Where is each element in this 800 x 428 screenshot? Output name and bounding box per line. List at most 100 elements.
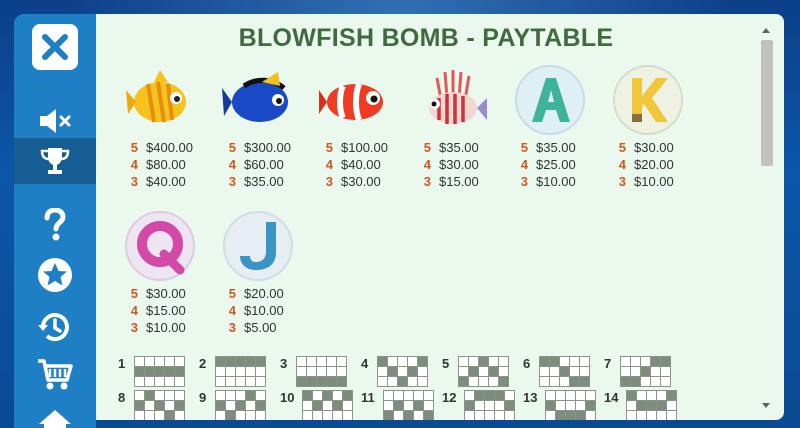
- payline-cell: [661, 367, 670, 376]
- payline-cell: [394, 411, 403, 420]
- pay-value: $25.00: [536, 157, 576, 172]
- payline-cell: [398, 367, 407, 376]
- letter-j-icon: [222, 210, 294, 282]
- home-button[interactable]: [14, 402, 96, 428]
- close-button[interactable]: [32, 24, 78, 70]
- payline-cell: [303, 411, 312, 420]
- payline-cell: [540, 377, 549, 386]
- scroll-up-arrow-icon[interactable]: [762, 28, 770, 33]
- payline-cell: [135, 377, 144, 386]
- payline-cell: [388, 377, 397, 386]
- payline-cell: [307, 367, 316, 376]
- pay-line: 3 $40.00: [110, 174, 220, 191]
- payline-cell: [246, 401, 255, 410]
- payline-cell: [226, 401, 235, 410]
- payline-cell: [307, 377, 316, 386]
- payline-cell: [135, 391, 144, 400]
- payline-cell: [424, 411, 433, 420]
- payline-cell: [641, 367, 650, 376]
- payline-cell: [256, 357, 265, 366]
- payline-cell: [317, 357, 326, 366]
- payline-cell: [175, 391, 184, 400]
- shop-button[interactable]: [14, 352, 96, 398]
- payline-cell: [651, 367, 660, 376]
- scroll-thumb[interactable]: [761, 40, 773, 166]
- payline-cell: [145, 401, 154, 410]
- payline-cell: [256, 411, 265, 420]
- help-button[interactable]: [14, 202, 96, 248]
- payline-cell: [394, 401, 403, 410]
- payline-cell: [155, 401, 164, 410]
- payline-cell: [459, 367, 468, 376]
- payline-cell: [414, 401, 423, 410]
- payline-cell: [469, 377, 478, 386]
- payline-cell: [627, 401, 636, 410]
- payline-cell: [479, 377, 488, 386]
- pay-value: $10.00: [146, 320, 186, 335]
- payline-cell: [637, 391, 646, 400]
- pay-count: 5: [130, 286, 138, 301]
- yellow-fish-icon: [124, 64, 196, 136]
- rules-button[interactable]: [14, 252, 96, 298]
- payline-cell: [576, 391, 585, 400]
- payline-cell: [465, 401, 474, 410]
- mute-icon: [40, 109, 71, 133]
- pay-count: 3: [228, 174, 236, 189]
- payline-cell: [621, 367, 630, 376]
- payline-cell: [566, 391, 575, 400]
- pay-line: 5 $30.00: [110, 286, 220, 303]
- payline-cell: [388, 357, 397, 366]
- pay-value: $60.00: [244, 157, 284, 172]
- payline-cell: [546, 401, 555, 410]
- payline-cell: [495, 401, 504, 410]
- trophy-icon: [40, 148, 70, 174]
- letter-q-icon: [124, 210, 196, 282]
- pay-line: 4 $20.00: [598, 157, 708, 174]
- payline-cell: [226, 411, 235, 420]
- payline-cell: [135, 367, 144, 376]
- pay-value: $15.00: [146, 303, 186, 318]
- payline-cell: [226, 391, 235, 400]
- clownfish-icon: [319, 64, 391, 136]
- payline-number: 10: [280, 390, 295, 405]
- pay-value: $35.00: [244, 174, 284, 189]
- history-button[interactable]: [14, 304, 96, 350]
- scrollbar[interactable]: [760, 26, 774, 410]
- payline-cell: [378, 367, 387, 376]
- payline-pattern: [296, 356, 347, 387]
- payline-cell: [313, 411, 322, 420]
- pay-value: $35.00: [439, 140, 479, 155]
- payline-cell: [647, 411, 656, 420]
- pay-value: $35.00: [536, 140, 576, 155]
- payline-cell: [256, 391, 265, 400]
- scroll-down-arrow-icon[interactable]: [762, 403, 770, 408]
- payline-cell: [657, 401, 666, 410]
- pay-count: 4: [228, 303, 236, 318]
- payline-cell: [621, 377, 630, 386]
- payline-cell: [216, 367, 225, 376]
- paytable-button[interactable]: [14, 138, 96, 184]
- payline-cell: [479, 367, 488, 376]
- payline-cell: [327, 367, 336, 376]
- payline-cell: [570, 377, 579, 386]
- pay-count: 3: [325, 174, 333, 189]
- payline-cell: [556, 411, 565, 420]
- payline-cell: [657, 391, 666, 400]
- payline-cell: [155, 357, 164, 366]
- payline-cell: [550, 377, 559, 386]
- sidebar: [14, 14, 96, 428]
- payline-cell: [540, 357, 549, 366]
- payline-cell: [404, 391, 413, 400]
- payline-pattern: [539, 356, 590, 387]
- payline-cell: [226, 357, 235, 366]
- payline-cell: [485, 401, 494, 410]
- payline-cell: [236, 411, 245, 420]
- payline-cell: [303, 391, 312, 400]
- payline-number: 13: [523, 390, 538, 405]
- pay-value: $10.00: [244, 303, 284, 318]
- payline-cell: [576, 401, 585, 410]
- payline-cell: [165, 411, 174, 420]
- payline-cell: [236, 401, 245, 410]
- pay-value: $15.00: [439, 174, 479, 189]
- star-icon: [38, 258, 72, 292]
